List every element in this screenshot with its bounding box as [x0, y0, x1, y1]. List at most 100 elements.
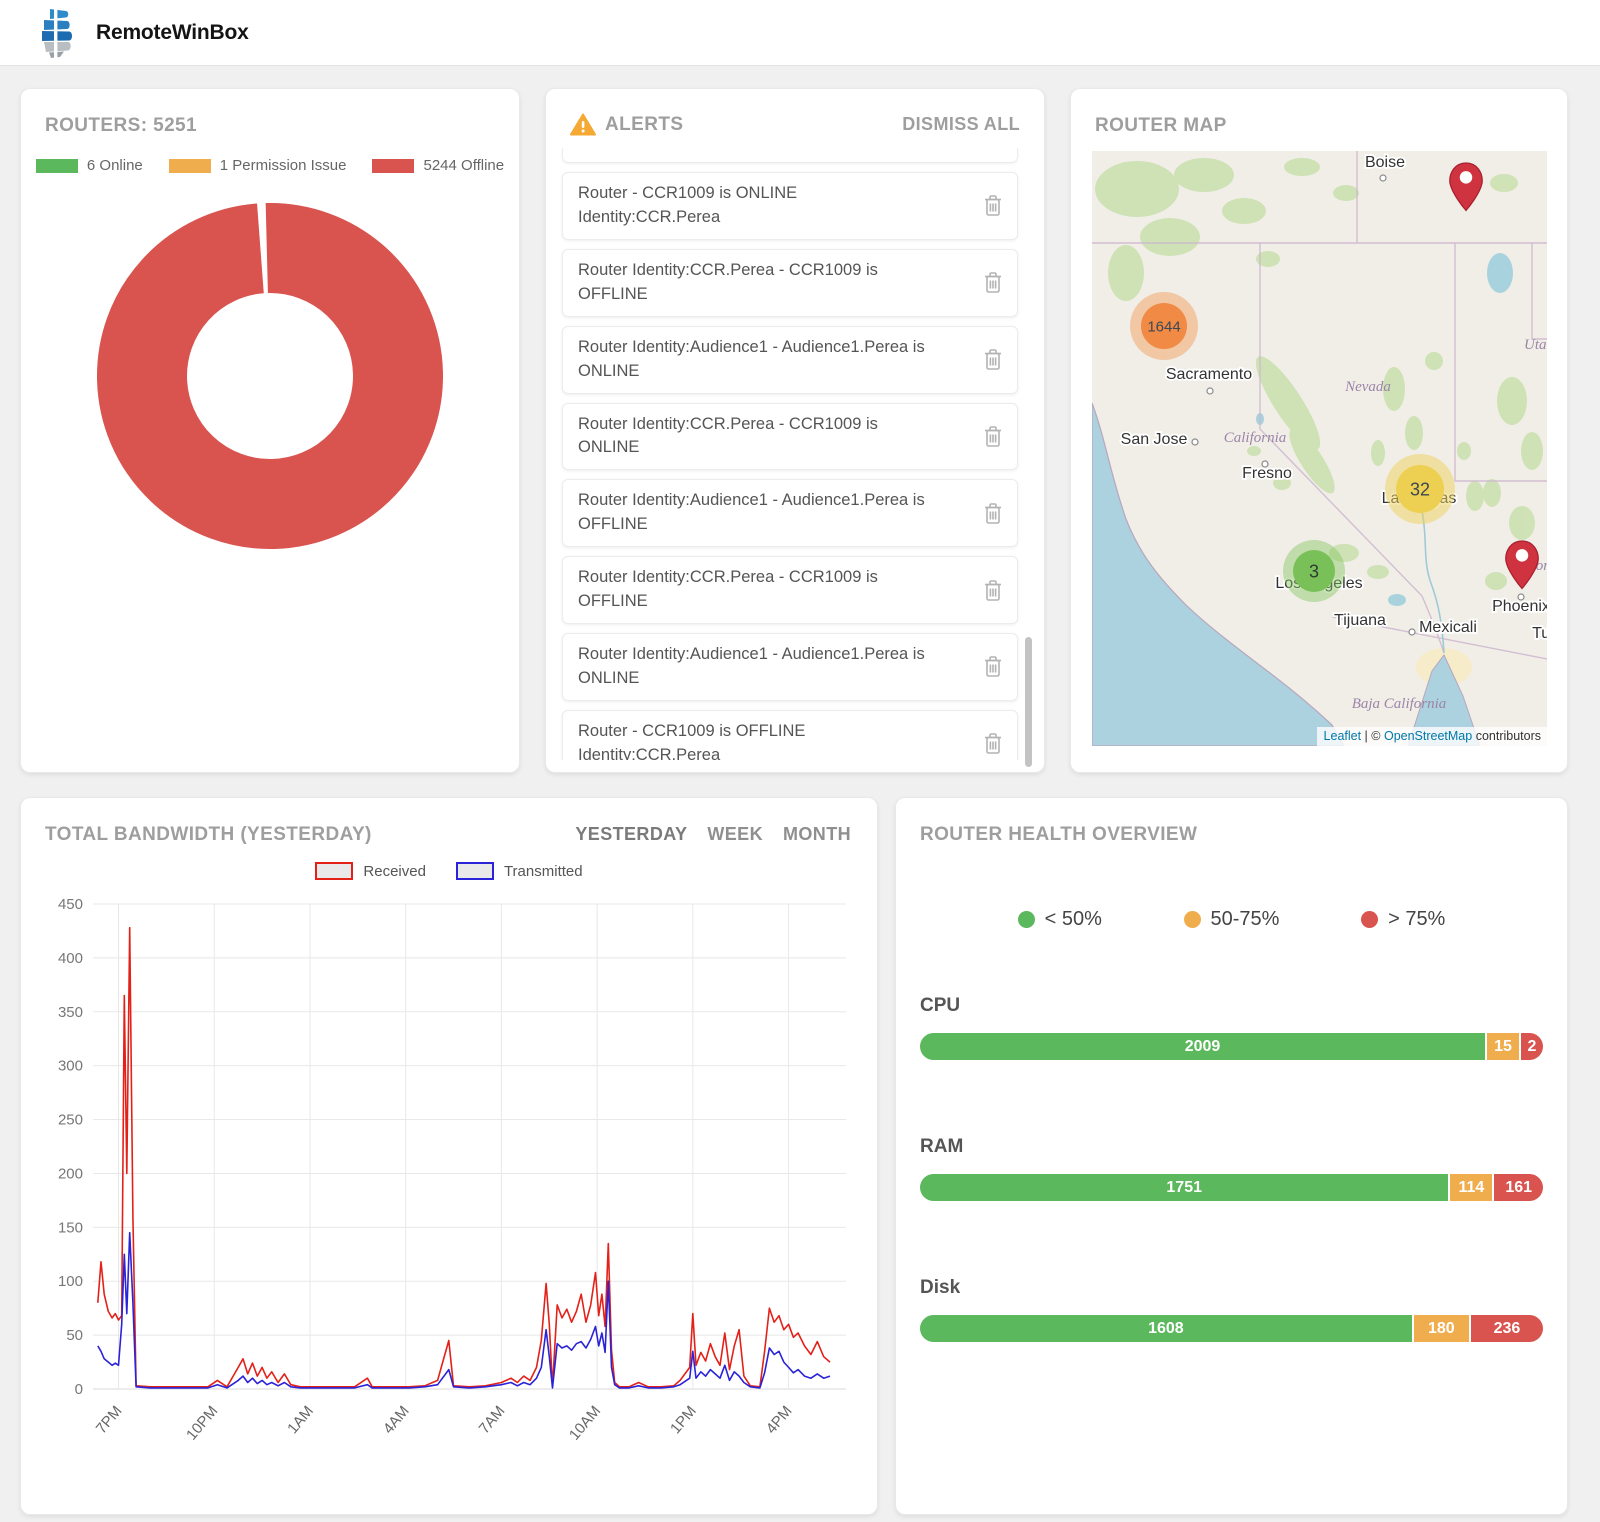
donut-legend-item[interactable]: 1 Permission Issue	[168, 157, 347, 174]
health-metric-ram: RAM 1751 114 161	[920, 1136, 1543, 1201]
legend-label: Received	[363, 862, 426, 880]
x-axis-tick-label: 4PM	[763, 1403, 796, 1438]
y-axis-tick-label: 200	[58, 1165, 83, 1182]
legend-dot	[1183, 911, 1201, 928]
alert-message: Router Identity:Audience1 - Audience1.Pe…	[578, 645, 925, 687]
bandwidth-legend-item[interactable]: Transmitted	[455, 862, 583, 880]
leaflet-map[interactable]: CaliforniaNevadaUtahBaja Californiaona B…	[1092, 151, 1547, 746]
x-axis-tick-label: 10PM	[183, 1403, 221, 1444]
alert-message: Router Identity:Audience1 - Audience1.Pe…	[578, 337, 925, 380]
trash-icon[interactable]	[981, 346, 1005, 373]
trash-icon[interactable]	[981, 577, 1005, 604]
attribution-suffix: contributors	[1472, 729, 1541, 743]
alert-item: Router Identity:Audience1 - Audience1.Pe…	[562, 479, 1018, 548]
metric-segment-red[interactable]: 161	[1494, 1174, 1543, 1201]
tab-yesterday[interactable]: YESTERDAY	[575, 824, 687, 845]
tab-month[interactable]: MONTH	[783, 824, 851, 845]
alert-message: Router - CCR1009 is ONLINE Identity:CCR.…	[578, 184, 798, 226]
alerts-scrollbar-thumb[interactable]	[1025, 637, 1032, 767]
y-axis-tick-label: 250	[58, 1112, 83, 1129]
alerts-panel: ALERTS DISMISS ALL Router - CCR1009 is O…	[545, 88, 1045, 773]
map-cluster-marker[interactable]: 3	[1283, 540, 1345, 602]
bandwidth-legend: Received Transmitted	[21, 862, 877, 880]
trash-icon[interactable]	[981, 423, 1005, 450]
y-axis-tick-label: 0	[75, 1381, 83, 1398]
metric-segment-red[interactable]: 2	[1521, 1033, 1543, 1060]
metric-bar: 1608 180 236	[920, 1315, 1543, 1342]
donut-legend-item[interactable]: 5244 Offline	[372, 157, 504, 174]
y-axis-tick-label: 400	[58, 950, 83, 967]
map-cluster-marker[interactable]: 1644	[1130, 292, 1198, 360]
metric-name: CPU	[920, 995, 961, 1016]
metric-bar: 1751 114 161	[920, 1174, 1543, 1201]
alert-item: Router Identity:Audience1 - Audience1.Pe…	[562, 633, 1018, 701]
health-legend-item: > 75%	[1361, 908, 1445, 931]
legend-swatch	[168, 158, 211, 173]
alert-message: Router Identity:Audience1 - Audience1.Pe…	[578, 491, 925, 534]
y-axis-tick-label: 450	[58, 896, 83, 913]
x-axis-tick-label: 10AM	[566, 1403, 604, 1444]
metric-segment-orange[interactable]: 114	[1450, 1174, 1493, 1201]
routers-donut-chart[interactable]	[84, 190, 456, 562]
y-axis-tick-label: 100	[58, 1273, 83, 1290]
trash-icon[interactable]	[981, 653, 1005, 680]
alert-message: Router Identity:CCR.Perea - CCR1009 is O…	[578, 568, 878, 611]
routers-title: ROUTERS: 5251	[45, 115, 197, 136]
metric-segment-green[interactable]: 2009	[920, 1033, 1485, 1060]
legend-label: < 50%	[1044, 908, 1102, 930]
map-city-label: Fresno	[1242, 465, 1292, 482]
metric-segment-orange[interactable]: 180	[1413, 1315, 1469, 1342]
routers-donut-legend: 6 Online 1 Permission Issue 5244 Offline	[35, 157, 505, 174]
leaflet-link[interactable]: Leaflet	[1324, 729, 1362, 743]
alert-item: Router Identity:Audience1 - Audience1.Pe…	[562, 325, 1018, 394]
router-map-panel: ROUTER MAP California Nevada Uta Baja Ca…	[1070, 88, 1568, 773]
x-axis-tick-label: 4AM	[380, 1403, 413, 1438]
trash-icon[interactable]	[981, 192, 1005, 219]
map-region-label: California	[1224, 430, 1287, 446]
legend-label: 5244 Offline	[423, 157, 505, 174]
legend-dot	[1361, 911, 1379, 928]
brand-name: RemoteWinBox	[96, 20, 249, 44]
warning-icon	[570, 113, 596, 136]
legend-label: > 75%	[1388, 908, 1446, 930]
health-metric-disk: Disk 1608 180 236	[920, 1277, 1543, 1342]
legend-swatch	[372, 158, 415, 173]
map-attribution: Leaflet | © OpenStreetMap contributors	[1316, 727, 1547, 746]
map-city-label: Mexicali	[1419, 619, 1477, 636]
brand-logo-icon	[36, 7, 86, 59]
bandwidth-title: TOTAL BANDWIDTH (YESTERDAY)	[45, 824, 372, 845]
y-axis-tick-label: 350	[58, 1004, 83, 1021]
trash-icon[interactable]	[981, 500, 1005, 527]
legend-swatch	[315, 862, 354, 880]
metric-segment-green[interactable]: 1608	[920, 1315, 1412, 1342]
map-region-label: Utah	[1524, 337, 1547, 353]
health-legend-item: < 50%	[1017, 908, 1102, 931]
attribution-separator: | ©	[1361, 729, 1384, 743]
y-axis-tick-label: 300	[58, 1058, 83, 1075]
map-region-label: Nevada	[1344, 379, 1391, 395]
tab-week[interactable]: WEEK	[707, 824, 763, 845]
dismiss-all-button[interactable]: DISMISS ALL	[902, 114, 1020, 135]
metric-segment-red[interactable]: 236	[1470, 1315, 1543, 1342]
bandwidth-line-chart[interactable]: 0 50 100 150 200 250 300 350 400 450 7PM 10PM 1AM 4AM…	[31, 884, 861, 1484]
cluster-count: 1644	[1147, 318, 1180, 335]
alert-message: Router Identity:CCR.Perea - CCR1009 is O…	[578, 414, 878, 457]
app-header: RemoteWinBox	[0, 0, 1600, 66]
map-city-label: Phoenix	[1492, 598, 1547, 615]
map-cluster-marker[interactable]: 32	[1385, 454, 1455, 524]
map-city-label: Boise	[1365, 154, 1405, 171]
alert-item: Router - CCR1009 is OFFLINE Identity:CCR…	[562, 709, 1018, 760]
bandwidth-range-tabs: YESTERDAY WEEK MONTH	[575, 824, 851, 845]
trash-icon[interactable]	[981, 730, 1005, 757]
metric-segment-orange[interactable]: 15	[1487, 1033, 1519, 1060]
metric-bar: 2009 15 2	[920, 1033, 1543, 1060]
trash-icon[interactable]	[981, 269, 1005, 296]
health-metric-cpu: CPU 2009 15 2	[920, 995, 1543, 1060]
bandwidth-legend-item[interactable]: Received	[315, 862, 426, 880]
series-line-received	[97, 926, 831, 1388]
legend-label: 1 Permission Issue	[219, 157, 347, 174]
metric-segment-green[interactable]: 1751	[920, 1174, 1449, 1201]
donut-legend-item[interactable]: 6 Online	[35, 157, 143, 174]
alert-item: Router - CCR1009 is ONLINE Identity:CCR.…	[562, 172, 1018, 240]
openstreetmap-link[interactable]: OpenStreetMap	[1384, 729, 1472, 743]
